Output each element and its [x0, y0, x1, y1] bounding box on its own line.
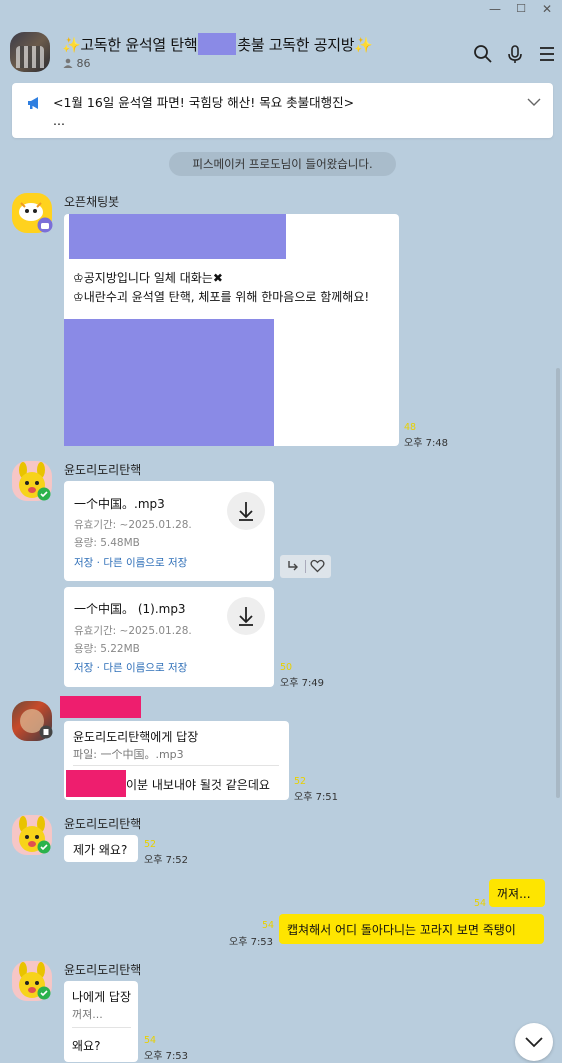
- sender-name: 윤도리도리탄핵: [64, 463, 142, 477]
- reply-reference: 파일: 一个中国。.mp3: [73, 748, 184, 761]
- room-title-right: 촛불 고독한 공지방✨: [237, 36, 373, 54]
- message-line: ♔내란수괴 윤석열 탄핵, 체포를 위해 한마음으로 함께해요!: [73, 290, 370, 304]
- reply-target: 윤도리도리탄핵에게 답장: [73, 730, 199, 744]
- file-card[interactable]: 一个中国。 (1).mp3 유효기간: ~2025.01.28. 용량: 5.2…: [64, 587, 274, 687]
- bot-badge-icon: [37, 217, 53, 233]
- unread-count: 48: [404, 422, 417, 433]
- file-card[interactable]: 一个中国。.mp3 유효기간: ~2025.01.28. 용량: 5.48MB …: [64, 481, 274, 581]
- timestamp: 오후 7:53: [229, 937, 274, 948]
- notice-text: <1월 16일 윤석열 파면! 국힘당 해산! 목요 촛불대행진> ...: [53, 94, 503, 130]
- unread-count: 50: [280, 662, 293, 673]
- timestamp: 오후 7:49: [280, 678, 325, 689]
- member-count-value: 86: [76, 57, 91, 70]
- redacted-image: [64, 319, 274, 446]
- redacted-sender-name: [60, 696, 141, 718]
- file-size: 용량: 5.48MB: [74, 537, 140, 549]
- file-size: 용량: 5.22MB: [74, 643, 140, 655]
- redacted-image: [69, 214, 286, 259]
- room-title: ✨고독한 윤석열 탄핵 촛불 고독한 공지방✨: [62, 33, 373, 55]
- message-bubble[interactable]: ♔공지방입니다 일체 대화는✖ ♔내란수괴 윤석열 탄핵, 체포를 위해 한마음…: [64, 214, 399, 446]
- reply-bubble[interactable]: 윤도리도리탄핵에게 답장 파일: 一个中国。.mp3 이분 내보내야 될것 같은…: [64, 721, 289, 800]
- reply-bubble[interactable]: 나에게 답장 꺼져... 왜요?: [64, 981, 138, 1062]
- unread-count: 54: [262, 920, 275, 931]
- status-badge: [37, 487, 51, 501]
- status-badge: [37, 986, 51, 1000]
- message-bubble[interactable]: 제가 왜요?: [64, 835, 138, 862]
- chat-header: ✨고독한 윤석열 탄핵 촛불 고독한 공지방✨ 86: [0, 18, 562, 80]
- timestamp: 오후 7:51: [294, 792, 339, 803]
- unread-count: 54: [474, 898, 487, 909]
- message-line: ♔공지방입니다 일체 대화는✖: [73, 271, 223, 285]
- download-button[interactable]: [227, 492, 265, 530]
- menu-icon[interactable]: [537, 44, 557, 64]
- status-badge: [37, 840, 51, 854]
- timestamp: 오후 7:52: [144, 855, 189, 866]
- scroll-to-bottom-button[interactable]: [515, 1023, 553, 1061]
- megaphone-icon: [28, 97, 38, 109]
- scrollbar[interactable]: [556, 368, 560, 798]
- my-message-bubble[interactable]: 꺼져...: [489, 879, 545, 907]
- unread-count: 52: [144, 839, 157, 850]
- member-count[interactable]: 86: [63, 57, 91, 70]
- file-name: 一个中国。.mp3: [74, 497, 165, 511]
- file-save-actions[interactable]: 저장 · 다른 이름으로 저장: [74, 555, 187, 570]
- room-title-left: ✨고독한 윤석열 탄핵: [62, 36, 198, 54]
- chevron-down-icon[interactable]: [527, 97, 541, 107]
- unread-count: 54: [144, 1035, 157, 1046]
- file-expiry: 유효기간: ~2025.01.28.: [74, 519, 192, 531]
- file-expiry: 유효기간: ~2025.01.28.: [74, 625, 192, 637]
- search-icon[interactable]: [473, 44, 493, 64]
- file-name: 一个中国。 (1).mp3: [74, 602, 186, 616]
- close-button[interactable]: ✕: [536, 0, 558, 18]
- timestamp: 오후 7:48: [404, 438, 449, 449]
- message-text: 캡쳐해서 어디 돌아다니는 꼬라지 보면 죽탱이: [287, 923, 516, 937]
- reply-target: 나에게 답장: [72, 990, 132, 1004]
- chevron-down-icon: [525, 1037, 543, 1048]
- maximize-button[interactable]: ☐: [510, 0, 532, 18]
- download-icon: [239, 502, 253, 521]
- person-icon: [63, 58, 73, 68]
- unread-count: 52: [294, 776, 307, 787]
- window-titlebar: — ☐ ✕: [0, 0, 562, 18]
- heart-icon[interactable]: [310, 559, 325, 573]
- divider: [72, 1027, 131, 1028]
- message-text: 꺼져...: [497, 887, 531, 901]
- sender-name: 오픈채팅봇: [64, 195, 120, 209]
- system-message: 피스메이커 프로도님이 들어왔습니다.: [169, 152, 396, 176]
- notice-banner[interactable]: <1월 16일 윤석열 파면! 국힘당 해산! 목요 촛불대행진> ...: [12, 83, 553, 138]
- message-text: 이분 내보내야 될것 같은데요: [126, 778, 270, 792]
- redacted-block: [198, 33, 237, 55]
- divider: [73, 765, 279, 766]
- file-save-actions[interactable]: 저장 · 다른 이름으로 저장: [74, 660, 187, 675]
- notice-title: <1월 16일 윤석열 파면! 국힘당 해산! 목요 촛불대행진>: [53, 95, 355, 110]
- reaction-bar: [280, 555, 331, 578]
- timestamp: 오후 7:53: [144, 1051, 189, 1062]
- notice-more: ...: [53, 113, 65, 128]
- sender-name: 윤도리도리탄핵: [64, 963, 142, 977]
- download-button[interactable]: [227, 597, 265, 635]
- sender-name: 윤도리도리탄핵: [64, 817, 142, 831]
- room-avatar[interactable]: [10, 32, 50, 72]
- status-badge: [39, 725, 53, 739]
- reply-reference: 꺼져...: [72, 1008, 103, 1021]
- redacted-text: [66, 770, 126, 797]
- microphone-icon[interactable]: [505, 44, 525, 64]
- minimize-button[interactable]: —: [484, 0, 506, 18]
- message-text: 왜요?: [72, 1039, 101, 1053]
- my-message-bubble[interactable]: 캡쳐해서 어디 돌아다니는 꼬라지 보면 죽탱이: [279, 914, 544, 944]
- reply-icon[interactable]: [286, 559, 300, 573]
- download-icon: [239, 607, 253, 626]
- message-text: 제가 왜요?: [73, 843, 128, 857]
